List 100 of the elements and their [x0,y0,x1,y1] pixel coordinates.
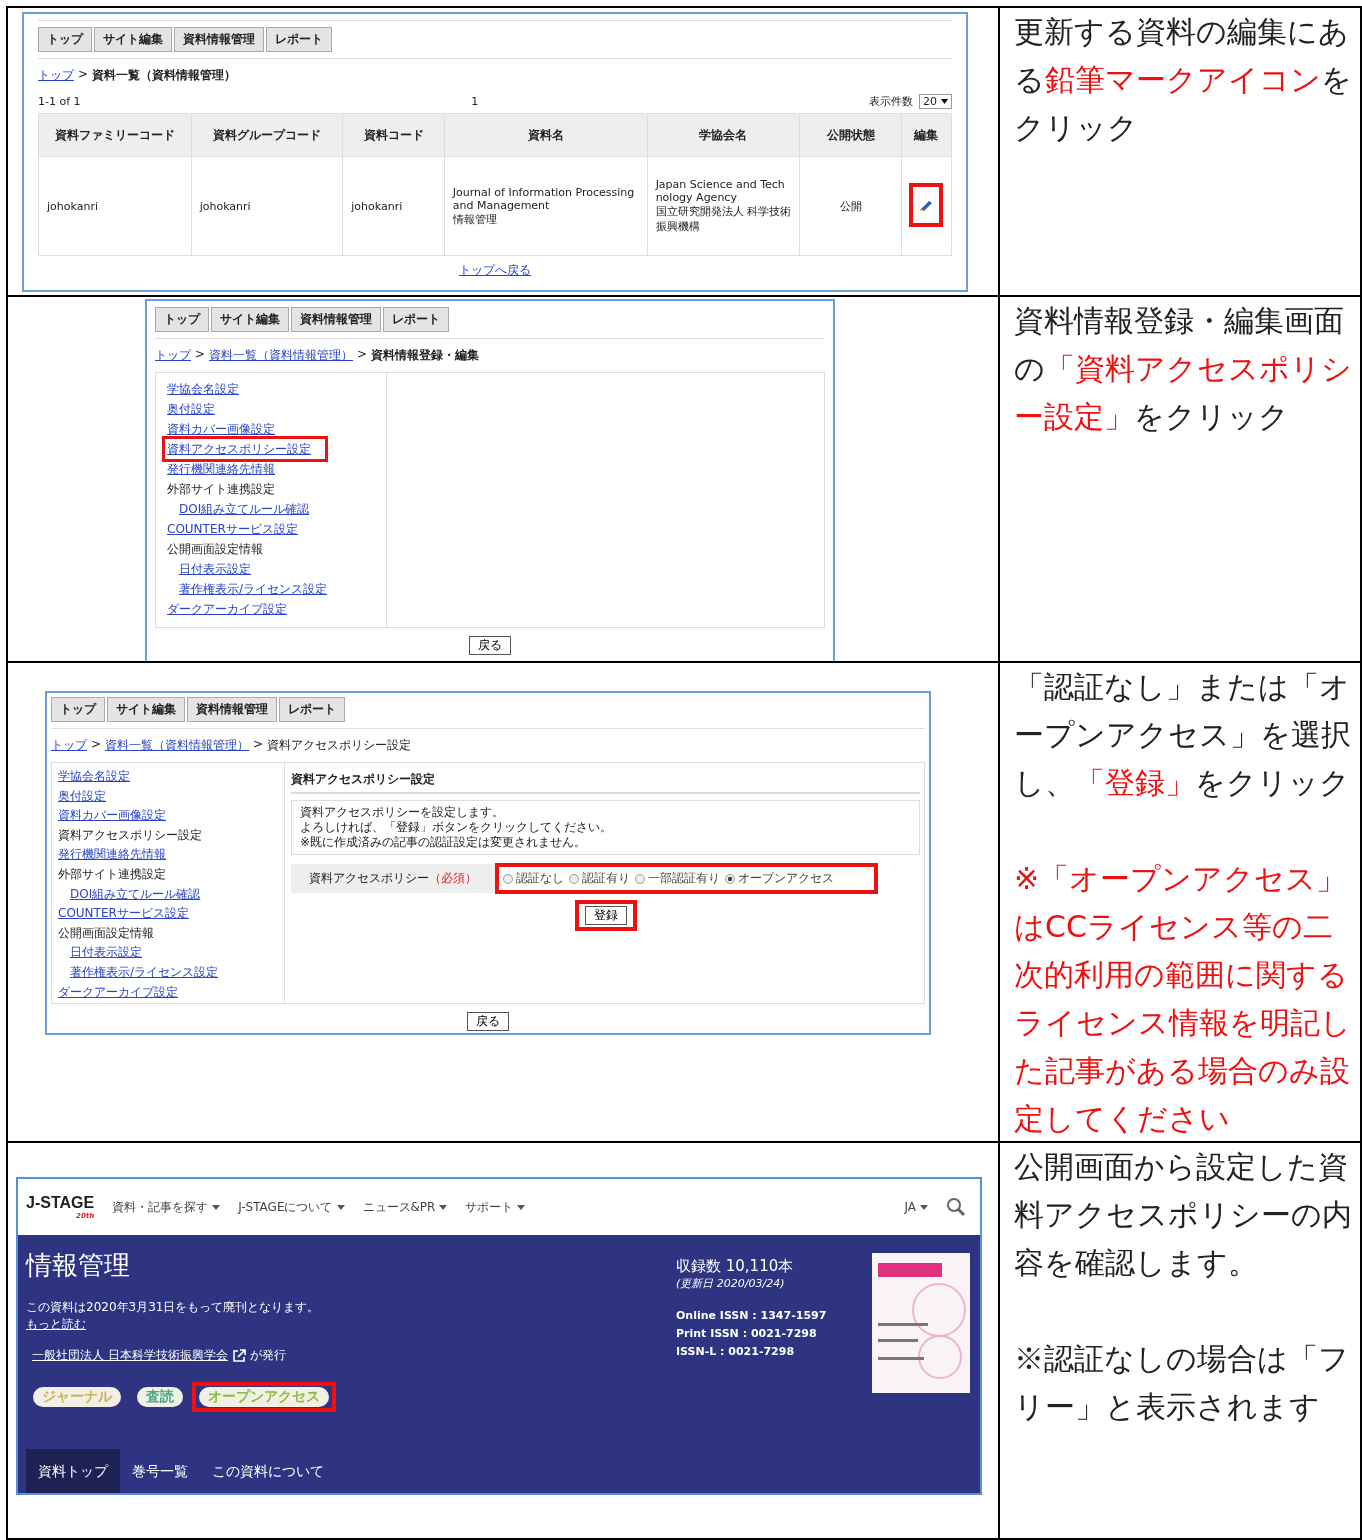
instruction-text: ※認証なしの場合は「フリー」と表示されます [1014,1341,1350,1425]
caret-icon [439,1204,448,1210]
radio-button[interactable] [635,873,645,884]
article-count: 収録数 10,110本 [676,1257,795,1276]
table-cell: johokanri [342,156,445,256]
radio-button[interactable] [569,873,579,884]
nav-tab[interactable]: トップ [155,307,209,332]
instruction-text: 更新する資料の編集にある鉛筆マークアイコンをクリック [1014,14,1353,146]
column-header: 資料名 [444,113,648,157]
tag: 査読 [137,1387,183,1407]
nav-tab[interactable]: 資料情報管理 [174,27,264,52]
menu-link[interactable]: 日付表示設定 [179,562,251,576]
logo-text[interactable]: J-STAGE [26,1194,95,1212]
publisher-link[interactable]: 一般社団法人 日本科学技術振興学会 [32,1347,228,1364]
breadcrumb-link[interactable]: トップ [51,737,87,754]
menu-link[interactable]: 発行機関連絡先情報 [167,462,275,476]
nav-tab[interactable]: レポート [266,27,332,52]
caret-icon [920,1204,928,1210]
caret-icon [941,99,948,104]
register-button[interactable]: 登録 [584,906,627,925]
breadcrumb-link[interactable]: トップ [155,347,191,364]
nav-menu[interactable]: 資料・記事を探す [112,1198,221,1216]
description-text: ※既に作成済みの記事の認証設定は変更されません。 [300,835,588,850]
description-text: 資料アクセスポリシーを設定します。 [300,805,505,820]
menu-link[interactable]: 学協会名設定 [167,382,239,396]
pencil-icon[interactable] [919,198,934,211]
radio-button[interactable] [503,873,513,884]
nav-tab[interactable]: サイト編集 [94,27,172,52]
caret-icon [336,1204,345,1210]
page-number[interactable]: 1 [471,95,479,108]
column-header: 資料グループコード [191,113,343,157]
nav-tab[interactable]: 資料情報管理 [291,307,381,332]
notice-text: この資料は2020年3月31日をもって廃刊となります。 [26,1299,321,1316]
menu-link[interactable]: 資料カバー画像設定 [167,422,275,436]
breadcrumb-separator: > [357,347,368,363]
menu-link[interactable]: 日付表示設定 [70,945,142,960]
search-icon[interactable] [946,1197,966,1217]
menu-link[interactable]: 奥付設定 [58,788,106,803]
tag: オープンアクセス [199,1387,329,1407]
menu-heading: 外部サイト連携設定 [167,482,275,496]
menu-link[interactable]: 著作権表示/ライセンス設定 [179,582,328,596]
menu-link[interactable]: DOI組み立てルール確認 [179,502,310,516]
menu-link[interactable]: ダークアーカイブ設定 [167,602,287,616]
menu-link[interactable]: ダークアーカイブ設定 [58,984,178,999]
nav-tab[interactable]: トップ [38,27,92,52]
breadcrumb-current: 資料アクセスポリシー設定 [267,737,412,754]
back-button[interactable]: 戻る [469,636,511,655]
nav-tab[interactable]: サイト編集 [211,307,289,332]
language-menu[interactable]: JA [904,1200,928,1214]
radio-option[interactable]: オープンアクセス [725,870,834,887]
menu-link[interactable]: 著作権表示/ライセンス設定 [70,964,219,979]
table-cell: 公開 [799,156,902,256]
back-link[interactable]: トップへ戻る [459,263,531,277]
menu-link[interactable]: COUNTERサービス設定 [167,522,298,536]
breadcrumb-link[interactable]: 資料一覧（資料情報管理） [105,737,250,754]
nav-menu[interactable]: J-STAGEについて [238,1198,345,1216]
instruction-text: 資料情報登録・編集画面の「資料アクセスポリシー設定」をクリック [1014,303,1353,436]
radio-option[interactable]: 認証なし [503,870,564,887]
radio-option[interactable]: 認証有り [569,870,630,887]
column-header: 公開状態 [799,113,902,157]
journal-tab[interactable]: この資料について [200,1449,336,1493]
instruction-text: 「認証なし」または「オープンアクセス」を選択し、「登録」をクリック [1014,669,1352,802]
nav-tab[interactable]: サイト編集 [107,697,185,722]
instruction-text: ※「オープンアクセス」はCCライセンス等の二次的利用の範囲に関するライセンス情報を明記した記事がある場合のみ設定してください [1014,860,1352,1138]
column-header: 編集 [901,113,952,157]
menu-link[interactable]: 資料カバー画像設定 [58,808,166,823]
column-header: 資料コード [342,113,445,157]
nav-tab[interactable]: トップ [51,697,105,722]
nav-menu[interactable]: ニュース&PR [362,1198,448,1216]
journal-tab[interactable]: 資料トップ [26,1449,120,1493]
section-title: 資料アクセスポリシー設定 [291,771,920,794]
field-label: 資料アクセスポリシー [309,871,429,885]
radio-option[interactable]: 一部認証有り [635,870,720,887]
instruction-text: 公開画面から設定した資料アクセスポリシーの内容を確認します。 [1014,1149,1353,1281]
menu-heading: 資料アクセスポリシー設定 [58,827,202,842]
read-more-link[interactable]: もっと読む [26,1317,86,1331]
nav-menu[interactable]: サポート [465,1198,526,1216]
breadcrumb-link[interactable]: トップ [38,67,74,84]
menu-link[interactable]: 奥付設定 [167,402,215,416]
menu-link[interactable]: 発行機関連絡先情報 [58,847,166,862]
menu-link[interactable]: 学協会名設定 [58,769,130,783]
menu-link[interactable]: COUNTERサービス設定 [58,906,189,921]
nav-tab[interactable]: レポート [279,697,345,722]
journal-tab[interactable]: 巻号一覧 [120,1449,200,1493]
per-page-label: 表示件数 [869,94,913,109]
menu-link[interactable]: DOI組み立てルール確認 [70,886,201,901]
table-cell: Japan Science and Technology Agency 国立研究開発法人 科学技術振興機構 [647,156,800,256]
radio-button[interactable] [725,873,735,884]
breadcrumb-separator: > [253,737,264,753]
menu-link[interactable]: 資料アクセスポリシー設定 [167,442,311,456]
table-cell: johokanri [191,156,343,256]
nav-tab[interactable]: レポート [383,307,449,332]
breadcrumb-separator: > [78,67,89,83]
breadcrumb-link[interactable]: 資料一覧（資料情報管理） [209,347,354,364]
table-cell: johokanri [38,156,192,256]
breadcrumb-separator: > [91,737,102,753]
breadcrumb-current: 資料一覧（資料情報管理） [92,67,237,84]
back-button[interactable]: 戻る [467,1012,509,1031]
per-page-select[interactable]: 20 [919,94,952,109]
nav-tab[interactable]: 資料情報管理 [187,697,277,722]
